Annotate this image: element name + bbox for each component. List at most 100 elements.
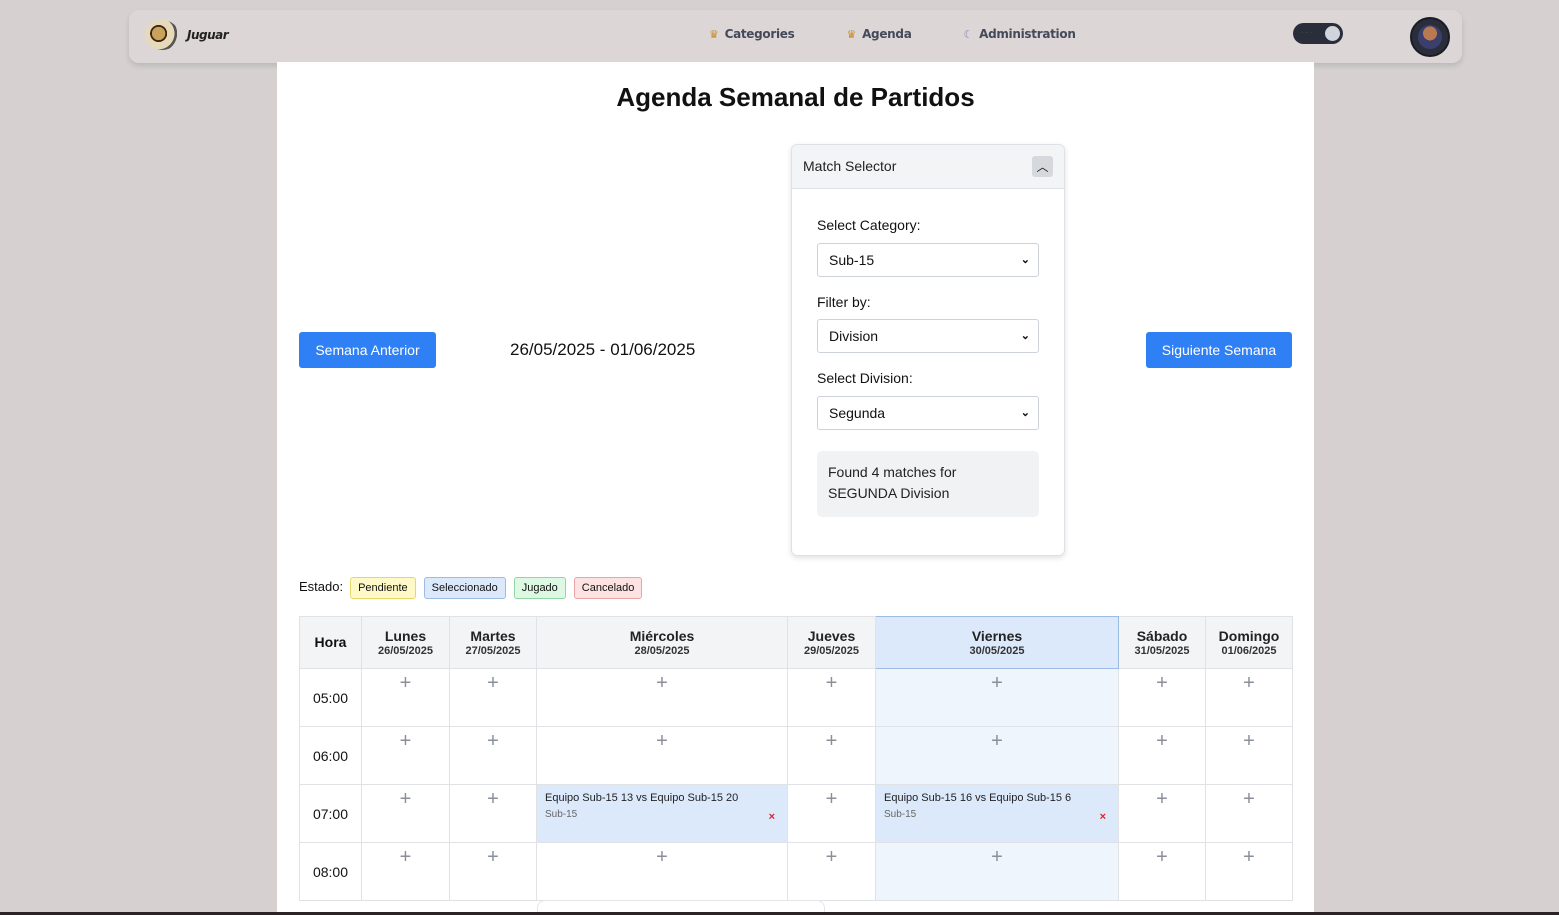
add-match-icon[interactable]: +: [1206, 731, 1292, 751]
slot-cell[interactable]: +: [361, 726, 450, 785]
slot-cell[interactable]: +: [1205, 842, 1293, 901]
day-name: Jueves: [807, 628, 856, 644]
slot-cell[interactable]: +: [1118, 726, 1206, 785]
status-badge-pendiente: Pendiente: [350, 577, 416, 599]
category-select[interactable]: Sub-15 ⌄: [817, 243, 1039, 277]
page-title: Agenda Semanal de Partidos: [616, 82, 975, 112]
slot-cell[interactable]: +: [536, 726, 788, 785]
top-navbar: Juguar ♛ Categories ♛ Agenda ☾ Administr…: [129, 10, 1462, 63]
slot-cell[interactable]: +: [361, 842, 450, 901]
day-date: 26/05/2025: [377, 645, 434, 657]
slot-cell[interactable]: +: [787, 668, 876, 727]
collapse-button[interactable]: ︿: [1032, 156, 1053, 177]
day-date: 28/05/2025: [634, 645, 690, 657]
slot-cell[interactable]: +: [787, 842, 876, 901]
slot-cell[interactable]: +: [875, 842, 1119, 901]
match-title: Equipo Sub-15 13 vs Equipo Sub-15 20: [545, 792, 739, 804]
match-selector-title: Match Selector: [803, 158, 897, 174]
add-match-icon[interactable]: +: [450, 673, 536, 693]
weekly-calendar: Hora Lunes 26/05/2025 Martes 27/05/2025 Mi…: [299, 616, 1293, 901]
add-match-icon[interactable]: +: [362, 673, 449, 693]
filter-label: Filter by:: [817, 294, 871, 310]
filter-select[interactable]: Division ⌄: [817, 319, 1039, 353]
add-match-icon[interactable]: +: [1119, 731, 1205, 751]
slot-cell[interactable]: +: [536, 668, 788, 727]
toggle-dots-icon: · · ·: [1301, 29, 1313, 37]
theme-toggle[interactable]: · · ·: [1293, 23, 1343, 44]
category-select-value: Sub-15: [829, 252, 875, 268]
add-match-icon[interactable]: +: [788, 731, 875, 751]
add-match-icon[interactable]: +: [876, 673, 1118, 693]
nav-link-agenda[interactable]: ♛ Agenda: [847, 27, 912, 41]
match-card[interactable]: Equipo Sub-15 16 vs Equipo Sub-15 6 Sub-…: [875, 784, 1119, 843]
match-selector-header[interactable]: Match Selector ︿: [792, 145, 1064, 189]
day-header: Martes 27/05/2025: [449, 616, 537, 669]
slot-cell[interactable]: +: [536, 842, 788, 901]
division-select-value: Segunda: [829, 405, 886, 421]
filter-select-value: Division: [829, 328, 879, 344]
add-match-icon[interactable]: +: [450, 789, 536, 809]
add-match-icon[interactable]: +: [1119, 673, 1205, 693]
add-match-icon[interactable]: +: [788, 673, 875, 693]
add-match-icon[interactable]: +: [876, 731, 1118, 751]
previous-week-button[interactable]: Semana Anterior: [299, 332, 436, 368]
next-week-button[interactable]: Siguiente Semana: [1146, 332, 1292, 368]
add-match-icon[interactable]: +: [362, 731, 449, 751]
slot-cell[interactable]: +: [875, 668, 1119, 727]
add-match-icon[interactable]: +: [1119, 789, 1205, 809]
user-avatar[interactable]: [1410, 17, 1450, 57]
add-match-icon[interactable]: +: [1119, 847, 1205, 867]
day-name: Sábado: [1136, 628, 1188, 644]
status-badge-cancelado: Cancelado: [573, 577, 643, 599]
match-category: Sub-15: [545, 809, 578, 820]
match-card[interactable]: Equipo Sub-15 13 vs Equipo Sub-15 20 Sub…: [536, 784, 788, 843]
found-matches-message: Found 4 matches for SEGUNDA Division: [817, 451, 1039, 517]
add-match-icon[interactable]: +: [1206, 847, 1292, 867]
add-match-icon[interactable]: +: [362, 847, 449, 867]
slot-cell[interactable]: +: [1118, 842, 1206, 901]
nav-links: ♛ Categories ♛ Agenda ☾ Administration: [709, 27, 1128, 41]
slot-cell[interactable]: +: [449, 726, 537, 785]
day-header: Sábado 31/05/2025: [1118, 616, 1206, 669]
add-match-icon[interactable]: +: [450, 731, 536, 751]
slot-cell[interactable]: +: [1205, 668, 1293, 727]
slot-cell[interactable]: +: [875, 726, 1119, 785]
nav-link-label: Agenda: [862, 27, 912, 41]
day-header: Lunes 26/05/2025: [361, 616, 450, 669]
add-match-icon[interactable]: +: [788, 789, 875, 809]
slot-cell[interactable]: +: [449, 668, 537, 727]
day-name: Lunes: [384, 628, 427, 644]
slot-cell[interactable]: +: [449, 784, 537, 843]
add-match-icon[interactable]: +: [788, 847, 875, 867]
division-select[interactable]: Segunda ⌄: [817, 396, 1039, 430]
add-match-icon[interactable]: +: [1206, 789, 1292, 809]
day-date: 27/05/2025: [465, 645, 521, 657]
delete-match-icon[interactable]: ×: [1100, 811, 1106, 823]
add-match-icon[interactable]: +: [537, 847, 787, 867]
add-match-icon[interactable]: +: [362, 789, 449, 809]
status-badge-seleccionado: Seleccionado: [423, 577, 506, 599]
add-match-icon[interactable]: +: [537, 731, 787, 751]
slot-cell[interactable]: +: [1205, 726, 1293, 785]
add-match-icon[interactable]: +: [450, 847, 536, 867]
add-match-icon[interactable]: +: [537, 673, 787, 693]
slot-cell[interactable]: +: [361, 784, 450, 843]
nav-link-categories[interactable]: ♛ Categories: [709, 27, 795, 41]
day-name: Domingo: [1218, 628, 1280, 644]
nav-link-administration[interactable]: ☾ Administration: [964, 27, 1076, 41]
slot-cell[interactable]: +: [449, 842, 537, 901]
add-match-icon[interactable]: +: [1206, 673, 1292, 693]
slot-cell[interactable]: +: [1118, 668, 1206, 727]
slot-cell[interactable]: +: [787, 726, 876, 785]
hour-row: 08:00 + + + + + + +: [299, 842, 1293, 901]
slot-cell[interactable]: +: [1205, 784, 1293, 843]
slot-cell[interactable]: +: [787, 784, 876, 843]
brand-logo[interactable]: Juguar: [145, 20, 229, 50]
hora-header-label: Hora: [314, 633, 347, 650]
delete-match-icon[interactable]: ×: [769, 811, 775, 823]
slot-cell[interactable]: +: [361, 668, 450, 727]
status-legend: Estado: Pendiente Seleccionado Jugado Ca…: [299, 577, 650, 599]
match-title: Equipo Sub-15 16 vs Equipo Sub-15 6: [884, 792, 1072, 804]
slot-cell[interactable]: +: [1118, 784, 1206, 843]
add-match-icon[interactable]: +: [876, 847, 1118, 867]
